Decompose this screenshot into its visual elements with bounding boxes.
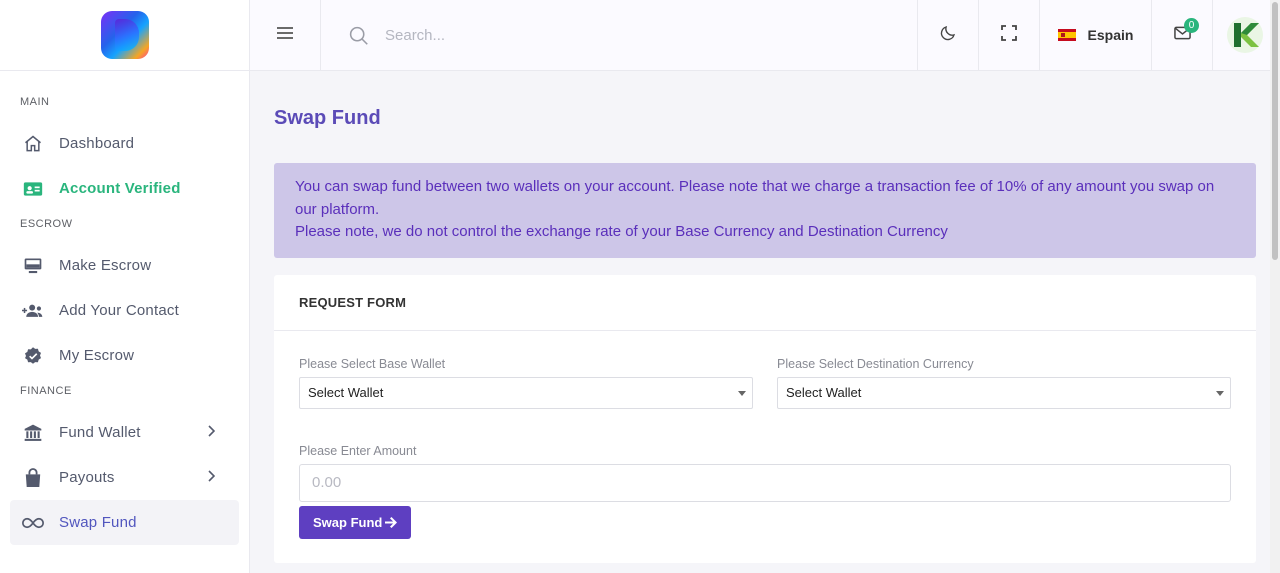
logo-container [0, 0, 249, 71]
spain-flag-icon [1057, 29, 1076, 41]
fullscreen-icon [1001, 24, 1017, 46]
users-plus-icon [22, 300, 44, 322]
sidebar-item-label: Dashboard [59, 135, 135, 152]
menu-toggle-button[interactable] [250, 0, 321, 70]
destination-currency-value: Select Wallet [786, 385, 862, 400]
base-wallet-select[interactable]: Select Wallet [299, 376, 753, 409]
page-scrollbar[interactable] [1270, 0, 1280, 573]
sidebar: MAIN Dashboard Account Verified ESCROW M… [0, 0, 250, 573]
section-title-finance: FINANCE [20, 385, 72, 397]
language-label: Espain [1087, 27, 1134, 43]
page-title: Swap Fund [274, 107, 381, 129]
destination-currency-group: Please Select Destination Currency Selec… [777, 357, 1231, 409]
sidebar-item-account-verified[interactable]: Account Verified [0, 166, 249, 211]
info-alert: You can swap fund between two wallets on… [274, 163, 1256, 258]
id-card-icon [22, 178, 44, 200]
sidebar-item-swap-fund[interactable]: Swap Fund [10, 500, 239, 545]
sidebar-item-dashboard[interactable]: Dashboard [0, 121, 249, 166]
sidebar-item-label: Payouts [59, 469, 115, 486]
card-title: REQUEST FORM [274, 275, 1256, 331]
main-content: Swap Fund You can swap fund between two … [274, 71, 1256, 563]
notifications-button[interactable]: 0 [1151, 0, 1212, 70]
scrollbar-thumb[interactable] [1272, 2, 1278, 260]
destination-currency-label: Please Select Destination Currency [777, 356, 974, 371]
home-icon [22, 133, 44, 155]
hamburger-icon [277, 26, 293, 45]
amount-label: Please Enter Amount [299, 443, 417, 458]
chevron-right-icon [207, 424, 216, 441]
alert-text-fee: You can swap fund between two wallets on… [295, 178, 1215, 218]
app-logo[interactable] [100, 11, 149, 59]
language-selector[interactable]: Espain [1039, 0, 1151, 70]
notification-count-badge: 0 [1184, 18, 1199, 33]
base-wallet-value: Select Wallet [308, 385, 384, 400]
sidebar-item-label: Add Your Contact [59, 302, 179, 319]
request-form-card: REQUEST FORM Please Select Base Wallet S… [274, 274, 1256, 563]
base-wallet-label: Please Select Base Wallet [299, 356, 446, 371]
infinity-icon [22, 512, 44, 534]
amount-input[interactable]: 0.00 [299, 463, 1231, 502]
avatar[interactable] [1227, 17, 1263, 53]
sidebar-item-payouts[interactable]: Payouts [0, 455, 249, 500]
search-input[interactable] [385, 26, 685, 44]
sidebar-item-label: Make Escrow [59, 257, 152, 274]
sidebar-item-label: My Escrow [59, 347, 135, 364]
fullscreen-button[interactable] [978, 0, 1039, 70]
sidebar-item-label: Account Verified [59, 180, 181, 197]
sidebar-item-fund-wallet[interactable]: Fund Wallet [0, 410, 249, 455]
bank-icon [22, 422, 44, 444]
section-title-escrow: ESCROW [20, 218, 73, 230]
shopping-bag-icon [22, 467, 44, 489]
arrow-right-icon [385, 516, 398, 528]
search-icon [348, 25, 369, 46]
sidebar-item-label: Swap Fund [59, 514, 137, 531]
destination-currency-select[interactable]: Select Wallet [777, 376, 1231, 409]
dropdown-arrow-icon [738, 390, 746, 396]
amount-placeholder: 0.00 [312, 474, 342, 491]
moon-icon [939, 24, 957, 47]
swap-fund-button[interactable]: Swap Fund [299, 505, 412, 539]
sidebar-item-add-contact[interactable]: Add Your Contact [0, 288, 249, 333]
swap-fund-button-label: Swap Fund [313, 514, 383, 530]
base-wallet-group: Please Select Base Wallet Select Wallet [299, 357, 753, 409]
alert-text-exchange-rate: Please note, we do not control the excha… [295, 223, 948, 240]
chevron-right-icon [207, 469, 216, 486]
sidebar-item-label: Fund Wallet [59, 424, 141, 441]
dark-mode-toggle[interactable] [917, 0, 978, 70]
dropdown-arrow-icon [1216, 390, 1224, 396]
badge-check-icon [22, 345, 44, 367]
monitor-icon [22, 255, 44, 277]
form-body: Please Select Base Wallet Select Wallet … [274, 331, 1256, 539]
topbar: Espain 0 [250, 0, 1280, 71]
sidebar-item-make-escrow[interactable]: Make Escrow [0, 243, 249, 288]
search-bar [321, 0, 917, 70]
section-title-main: MAIN [20, 96, 50, 108]
sidebar-item-my-escrow[interactable]: My Escrow [0, 333, 249, 378]
wallet-select-row: Please Select Base Wallet Select Wallet … [299, 357, 1231, 409]
